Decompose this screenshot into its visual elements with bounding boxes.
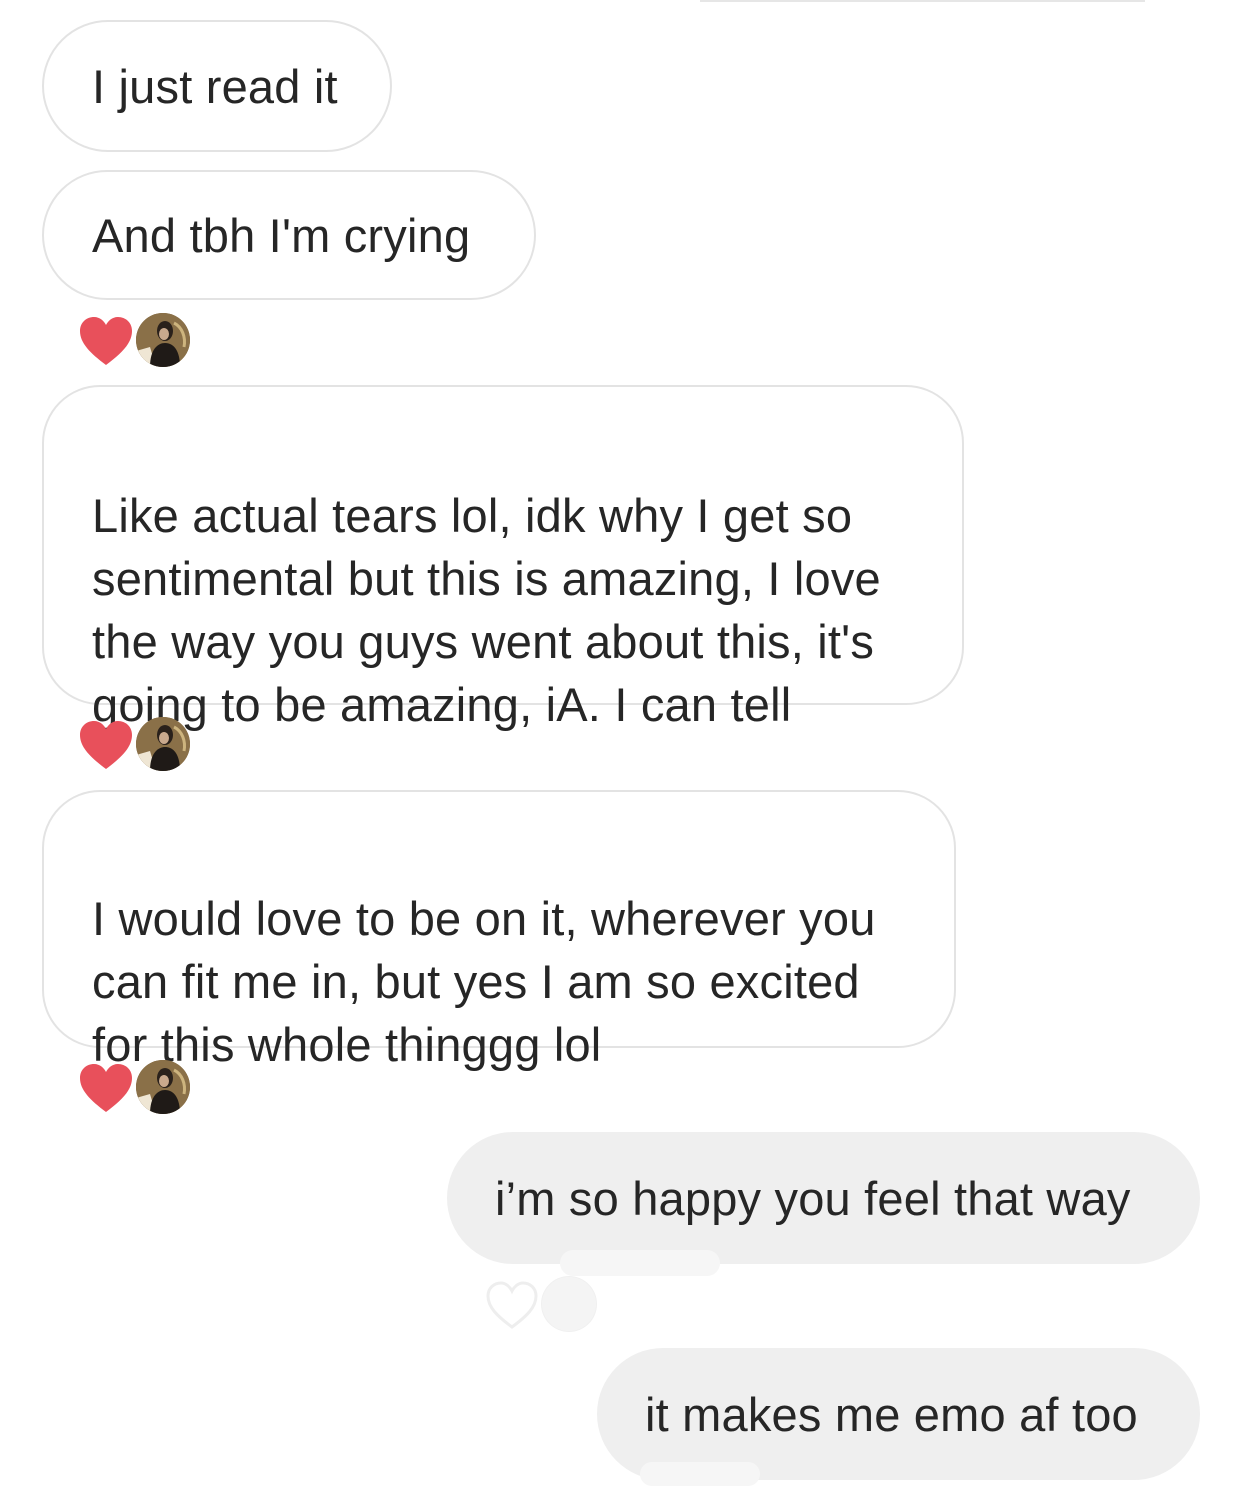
message-text: it makes me emo af too (645, 1387, 1138, 1441)
avatar (542, 1277, 596, 1331)
message-bubble-received[interactable]: I just read it (42, 20, 392, 152)
redacted-area (640, 1462, 760, 1486)
message-text: I just read it (92, 59, 338, 113)
message-bubble-received[interactable]: Like actual tears lol, idk why I get so … (42, 385, 964, 731)
message-bubble-sent[interactable]: it makes me emo af too (597, 1348, 1200, 1480)
avatar (136, 313, 190, 367)
message-bubble-received[interactable]: And tbh I'm crying (42, 170, 536, 300)
avatar (136, 717, 190, 771)
avatar (136, 1060, 190, 1114)
redacted-area (560, 1250, 720, 1276)
message-text: I would love to be on it, wherever you c… (92, 892, 876, 1071)
previous-message-edge (700, 0, 1145, 2)
message-text: Like actual tears lol, idk why I get so … (92, 489, 881, 731)
message-text: i’m so happy you feel that way (495, 1171, 1131, 1225)
heart-icon (80, 1064, 132, 1112)
message-reaction[interactable] (78, 1060, 198, 1116)
heart-outline-icon (486, 1281, 538, 1329)
message-reaction[interactable] (484, 1277, 604, 1333)
heart-icon (80, 317, 132, 365)
message-text: And tbh I'm crying (92, 208, 471, 262)
message-bubble-received[interactable]: I would love to be on it, wherever you c… (42, 790, 956, 1071)
message-reaction[interactable] (78, 313, 198, 369)
heart-icon (80, 721, 132, 769)
message-reaction[interactable] (78, 717, 198, 773)
message-bubble-sent[interactable]: i’m so happy you feel that way (447, 1132, 1200, 1264)
